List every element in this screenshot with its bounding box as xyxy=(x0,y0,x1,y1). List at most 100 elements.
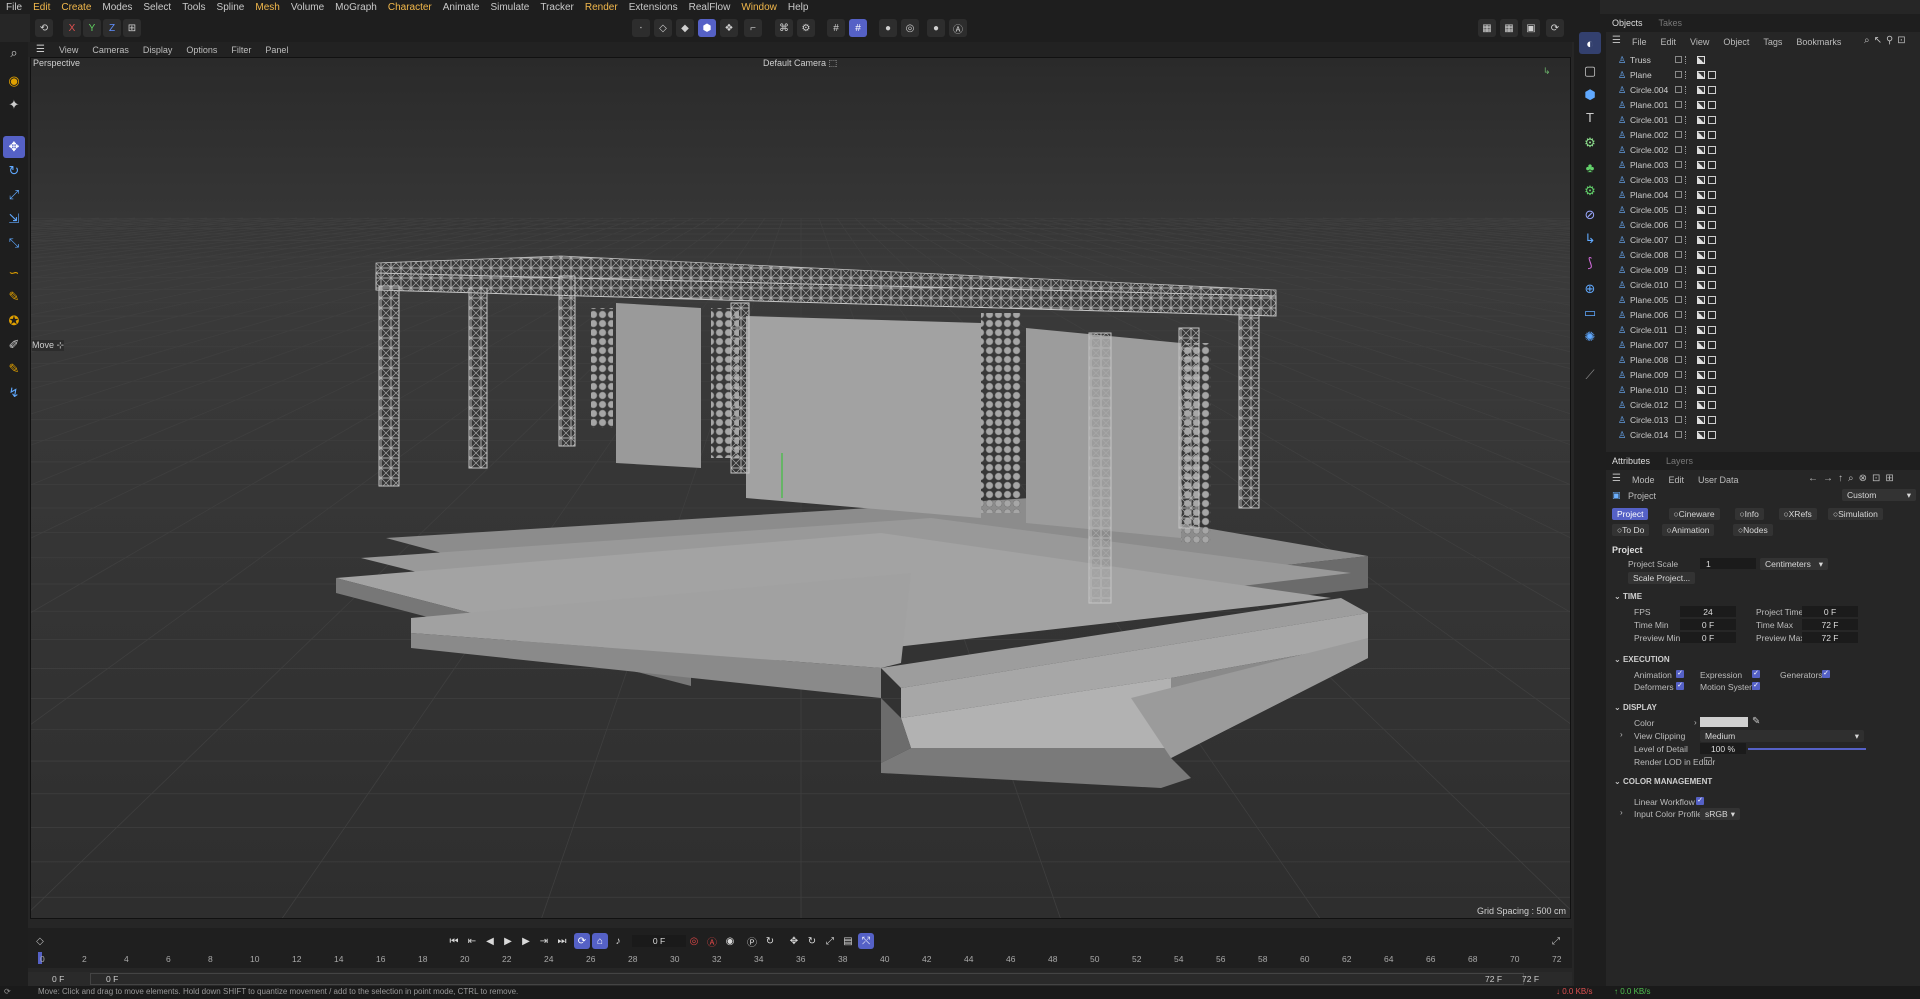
render-toggle[interactable] xyxy=(1685,100,1688,109)
attribute-menu-edit[interactable]: Edit xyxy=(1669,475,1685,485)
linear-workflow-checkbox[interactable]: ✓ xyxy=(1696,797,1704,805)
material-tag-icon[interactable] xyxy=(1708,400,1716,409)
knife-tool-icon[interactable]: ✎ xyxy=(3,286,25,308)
menu-extensions[interactable]: Extensions xyxy=(629,2,678,13)
visibility-toggle[interactable] xyxy=(1675,191,1682,198)
search-icon[interactable]: ⌕ xyxy=(3,42,25,64)
record-icon[interactable]: ◎ xyxy=(686,933,702,949)
hamburger-icon[interactable]: ☰ xyxy=(36,44,45,55)
visibility-toggle[interactable] xyxy=(1675,311,1682,318)
object-menu-tags[interactable]: Tags xyxy=(1763,37,1782,47)
visibility-toggle[interactable] xyxy=(1675,281,1682,288)
subtab-project[interactable]: Project xyxy=(1612,508,1649,520)
menu-render[interactable]: Render xyxy=(585,2,618,13)
material-tag-icon[interactable] xyxy=(1708,250,1716,259)
menu-simulate[interactable]: Simulate xyxy=(490,2,529,13)
effector-icon[interactable]: ⚙ xyxy=(1579,180,1601,202)
project-scale-unit-dropdown[interactable]: Centimeters ▾ xyxy=(1760,558,1828,570)
object-manager-icon[interactable]: ◐ xyxy=(1579,32,1601,54)
texture-tag-icon[interactable] xyxy=(1697,265,1705,274)
material-tag-icon[interactable] xyxy=(1708,370,1716,379)
view-clipping-dropdown[interactable]: Medium ▾ xyxy=(1700,730,1864,742)
object-row[interactable]: ♙ Circle.001 xyxy=(1606,112,1920,127)
viewport-menu-filter[interactable]: Filter xyxy=(231,45,251,55)
object-menu-file[interactable]: File xyxy=(1632,37,1647,47)
material-tag-icon[interactable] xyxy=(1708,295,1716,304)
texture-tag-icon[interactable] xyxy=(1697,280,1705,289)
object-row[interactable]: ♙ Plane.010 xyxy=(1606,382,1920,397)
visibility-toggle[interactable] xyxy=(1675,386,1682,393)
expression-checkbox[interactable]: ✓ xyxy=(1752,670,1760,678)
previous-key-icon[interactable]: ⇤ xyxy=(464,933,480,949)
visibility-toggle[interactable] xyxy=(1675,56,1682,63)
object-row[interactable]: ♙ Plane.002 xyxy=(1606,127,1920,142)
texture-tag-icon[interactable] xyxy=(1697,430,1705,439)
material-tag-icon[interactable] xyxy=(1708,100,1716,109)
texture-tag-icon[interactable] xyxy=(1697,235,1705,244)
viewport-menu-view[interactable]: View xyxy=(59,45,78,55)
light-object-icon[interactable]: ✺ xyxy=(1579,326,1601,348)
visibility-toggle[interactable] xyxy=(1675,71,1682,78)
visibility-toggle[interactable] xyxy=(1675,176,1682,183)
object-row[interactable]: ♙ Circle.003 xyxy=(1606,172,1920,187)
hamburger-icon[interactable]: ☰ xyxy=(1612,35,1621,46)
loop-icon[interactable]: ⟳ xyxy=(574,933,590,949)
texture-tag-icon[interactable] xyxy=(1697,370,1705,379)
object-menu-object[interactable]: Object xyxy=(1723,37,1749,47)
render-toggle[interactable] xyxy=(1685,130,1688,139)
menu-window[interactable]: Window xyxy=(741,2,777,13)
subtab-info[interactable]: ○ Info xyxy=(1734,508,1764,520)
project-scale-input[interactable]: 1 xyxy=(1700,558,1756,569)
texture-tag-icon[interactable] xyxy=(1697,355,1705,364)
selection-tools-icon[interactable]: ✦ xyxy=(3,94,25,116)
texture-tag-icon[interactable] xyxy=(1697,340,1705,349)
material-tag-icon[interactable] xyxy=(1708,115,1716,124)
menu-spline[interactable]: Spline xyxy=(217,2,245,13)
menu-mesh[interactable]: Mesh xyxy=(255,2,279,13)
preview-min-input[interactable]: 0 F xyxy=(1680,632,1736,643)
snap-tool-icon[interactable]: ⤡ xyxy=(3,232,25,254)
sound-icon[interactable]: ♪ xyxy=(610,933,626,949)
undo-icon[interactable]: ⟲ xyxy=(35,19,53,37)
viewport-menu-options[interactable]: Options xyxy=(186,45,217,55)
tab-objects[interactable]: Objects xyxy=(1612,18,1643,28)
texture-tag-icon[interactable] xyxy=(1697,310,1705,319)
lock-icon[interactable]: ● xyxy=(879,19,897,37)
material-tag-icon[interactable] xyxy=(1708,130,1716,139)
render-toggle[interactable] xyxy=(1685,370,1688,379)
texture-tag-icon[interactable] xyxy=(1697,415,1705,424)
subtab-cineware[interactable]: ○ Cineware xyxy=(1668,508,1720,520)
frame-range-bar[interactable]: 0 F 0 F 72 F 72 F xyxy=(28,972,1572,986)
material-tag-icon[interactable] xyxy=(1708,265,1716,274)
range-slider[interactable] xyxy=(90,973,1524,985)
visibility-toggle[interactable] xyxy=(1675,86,1682,93)
object-row[interactable]: ♙ Plane.003 xyxy=(1606,157,1920,172)
current-frame-field[interactable]: 0 F xyxy=(632,935,686,947)
polygons-mode-icon[interactable]: ◆ xyxy=(676,19,694,37)
visibility-toggle[interactable] xyxy=(1675,341,1682,348)
axis-x-button[interactable]: X xyxy=(63,19,81,37)
object-row[interactable]: ♙ Plane.001 xyxy=(1606,97,1920,112)
visibility-toggle[interactable] xyxy=(1675,101,1682,108)
keyframe-icon[interactable]: ◇ xyxy=(32,933,48,949)
object-row[interactable]: ♙ Circle.004 xyxy=(1606,82,1920,97)
time-min-input[interactable]: 0 F xyxy=(1680,619,1736,630)
hamburger-icon[interactable]: ☰ xyxy=(1612,473,1621,484)
transform-tool-icon[interactable]: ⇲ xyxy=(3,208,25,230)
material-tag-icon[interactable] xyxy=(1708,70,1716,79)
render-toggle[interactable] xyxy=(1685,325,1688,334)
play-icon[interactable]: ▶ xyxy=(500,933,516,949)
chevron-right-icon[interactable]: › xyxy=(1694,718,1697,727)
move-tool-icon[interactable]: ✥ xyxy=(3,136,25,158)
object-row[interactable]: ♙ Plane.004 xyxy=(1606,187,1920,202)
scale-project-button[interactable]: Scale Project... xyxy=(1628,572,1696,584)
material-tag-icon[interactable] xyxy=(1708,280,1716,289)
keyframe-selection-icon[interactable]: ◉ xyxy=(722,933,738,949)
autokey-icon[interactable]: Ⓐ xyxy=(704,933,720,949)
object-row[interactable]: ♙ Plane.007 xyxy=(1606,337,1920,352)
object-row[interactable]: ♙ Plane.005 xyxy=(1606,292,1920,307)
object-row[interactable]: ♙ Circle.011 xyxy=(1606,322,1920,337)
range-end-field-2[interactable]: 72 F xyxy=(1522,974,1539,984)
object-menu-bookmarks[interactable]: Bookmarks xyxy=(1796,37,1841,47)
snap-grid-icon[interactable]: # xyxy=(827,19,845,37)
